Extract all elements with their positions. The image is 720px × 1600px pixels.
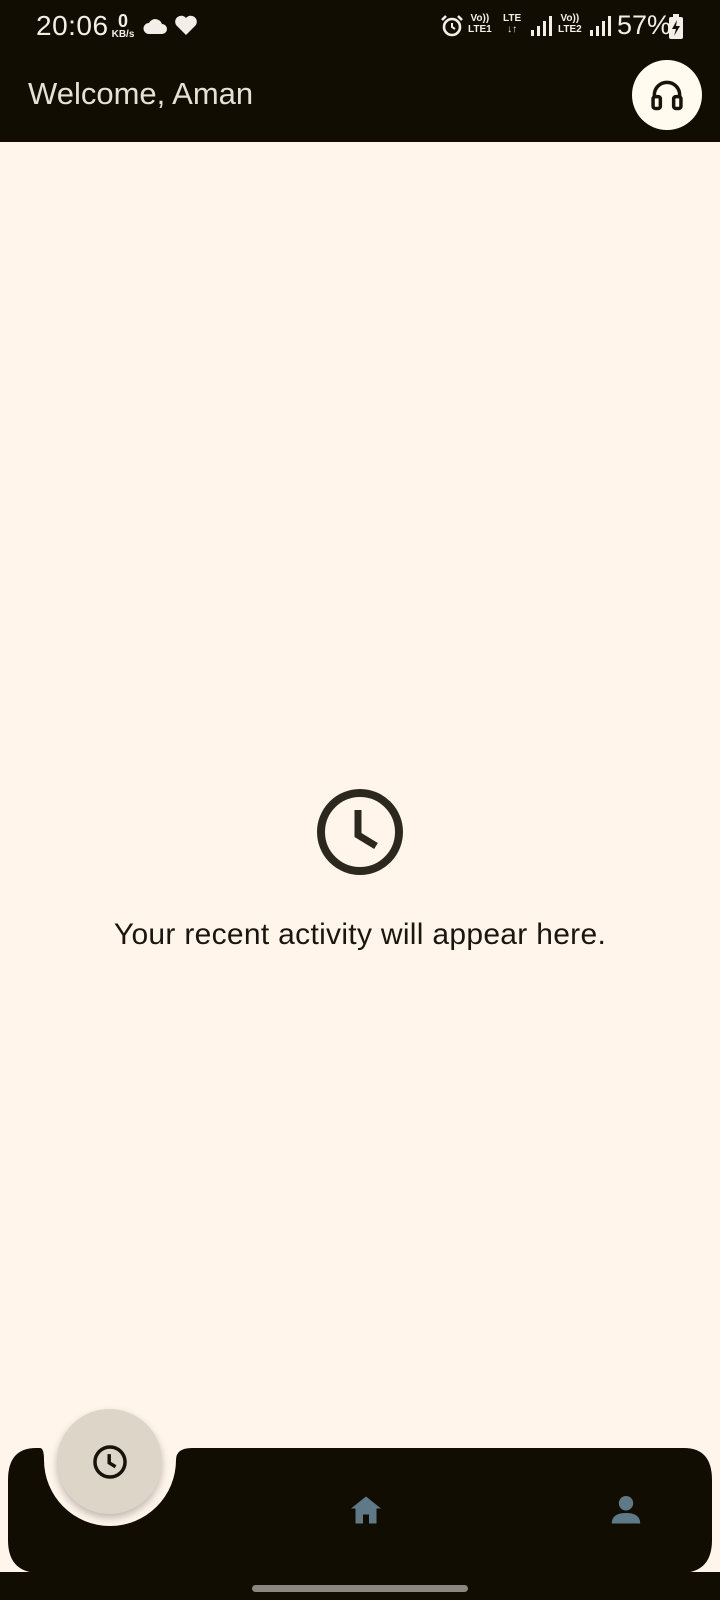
sim2-indicator: Vo)) LTE2 — [558, 13, 582, 35]
battery-level: 57% — [617, 10, 672, 40]
app-bar: Welcome, Aman — [0, 54, 720, 142]
data-indicator: LTE ↓↑ — [503, 13, 521, 35]
status-bar: 20:06 0 KB/s Vo)) LTE1 LTE ↓↑ Vo)) LTE2 … — [0, 0, 720, 54]
heart-icon — [175, 15, 197, 35]
data-bottom: ↓↑ — [507, 24, 518, 35]
sim2-top: Vo)) — [560, 13, 580, 24]
nav-item-home[interactable] — [348, 1492, 384, 1528]
headphones-icon — [651, 80, 683, 111]
battery-charging-icon — [669, 14, 683, 39]
sim1-top: Vo)) — [470, 13, 490, 24]
alarm-icon — [441, 15, 463, 37]
data-top: LTE — [503, 13, 522, 24]
clock-icon — [92, 1444, 127, 1479]
status-time: 20:06 — [36, 10, 109, 41]
sim1-indicator: Vo)) LTE1 — [468, 13, 492, 35]
empty-state-message: Your recent activity will appear here. — [113, 918, 607, 951]
support-button[interactable] — [632, 60, 702, 130]
network-speed-unit: KB/s — [111, 29, 135, 40]
signal-icon — [531, 16, 552, 36]
clock-icon — [317, 789, 403, 875]
sim1-bottom: LTE1 — [468, 24, 492, 35]
signal-icon — [590, 16, 611, 36]
cloud-icon — [143, 19, 167, 34]
sim2-bottom: LTE2 — [558, 24, 582, 35]
network-speed-value: 0 — [117, 11, 128, 31]
nav-item-activity[interactable] — [57, 1409, 162, 1514]
network-speed: 0 KB/s — [108, 12, 138, 40]
page-title: Welcome, Aman — [28, 76, 254, 111]
gesture-handle[interactable] — [252, 1585, 468, 1592]
nav-item-profile[interactable] — [608, 1492, 644, 1528]
